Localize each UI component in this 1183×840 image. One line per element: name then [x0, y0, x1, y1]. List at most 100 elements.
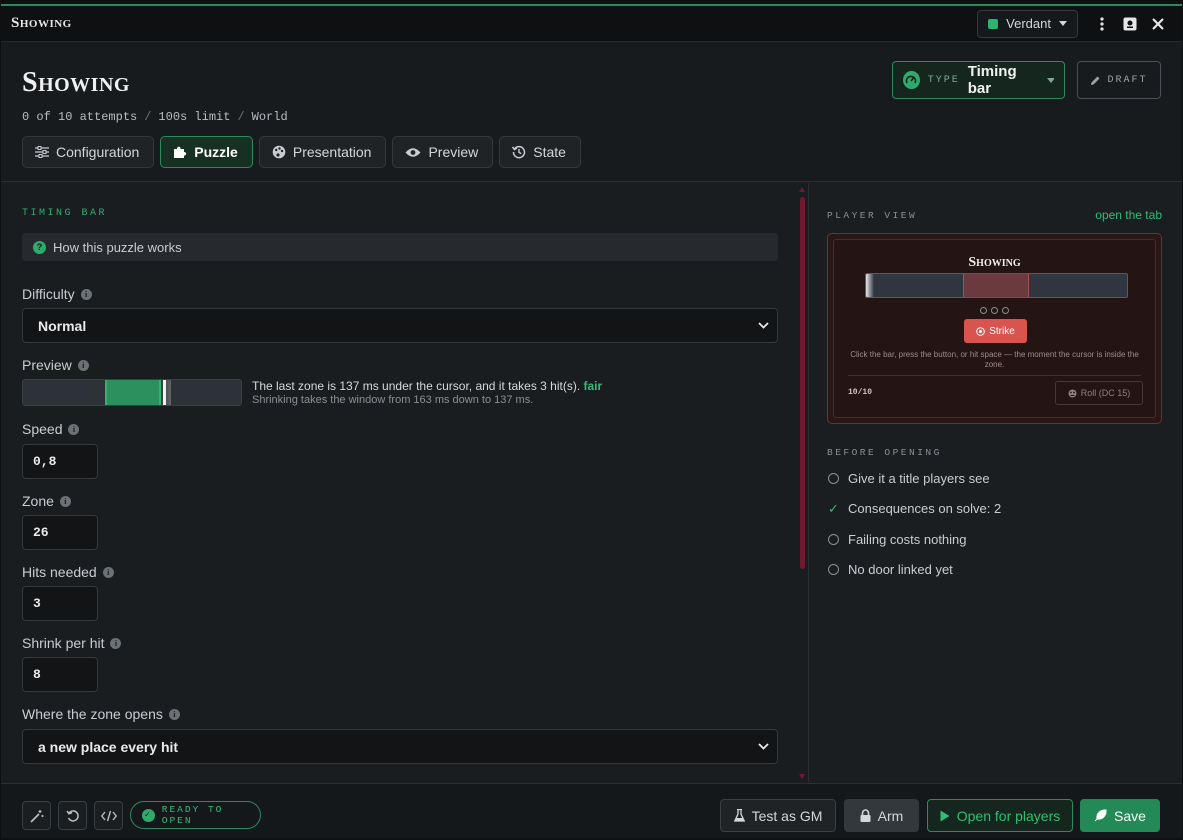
info-icon[interactable]: i: [68, 423, 80, 435]
page-title: Showing: [22, 67, 130, 98]
speed-input[interactable]: 0,8: [22, 444, 98, 479]
hits-needed-input[interactable]: 3: [22, 586, 98, 621]
caret-down-icon: [1046, 77, 1055, 83]
label-text: Difficulty: [22, 286, 75, 302]
label-text: Where the zone opens: [22, 706, 163, 722]
more-options-icon[interactable]: [1088, 10, 1116, 38]
how-it-works-label: How this puzzle works: [53, 239, 182, 255]
shrink-per-hit-input[interactable]: 8: [22, 657, 98, 692]
hit-dot: [991, 307, 998, 314]
checklist-item: ✓ Consequences on solve: 2: [828, 501, 1001, 516]
info-icon[interactable]: i: [80, 288, 92, 300]
info-icon[interactable]: i: [59, 495, 71, 507]
status-badge: ✓ READY TO OPEN: [130, 801, 261, 829]
cursor-marker: [866, 274, 874, 297]
info-icon[interactable]: i: [110, 637, 122, 649]
zone-opens-select[interactable]: a new place every hit: [22, 729, 778, 764]
target-icon: [976, 326, 986, 336]
divider: [848, 375, 1141, 376]
checklist-item: Failing costs nothing: [828, 532, 967, 547]
tab-label: Preview: [428, 144, 479, 160]
check-circle-icon: ✓: [142, 808, 155, 822]
theme-selector[interactable]: Verdant: [977, 9, 1078, 38]
undo-icon[interactable]: [58, 801, 87, 830]
scroll-up-arrow[interactable]: [799, 187, 805, 192]
chevron-down-icon: [758, 743, 769, 750]
difficulty-select[interactable]: Normal: [22, 308, 778, 343]
info-icon[interactable]: i: [168, 708, 180, 720]
checklist-text: Consequences on solve: 2: [848, 501, 1002, 516]
label-text: Preview: [22, 357, 72, 373]
info-icon[interactable]: i: [102, 566, 114, 578]
editor-tabs: Configuration Puzzle Presentation Previe…: [22, 136, 581, 168]
tab-label: Configuration: [56, 144, 140, 160]
selected-value: Normal: [38, 317, 87, 334]
player-view-label: PLAYER VIEW: [827, 210, 918, 221]
checklist-item: Give it a title players see: [828, 471, 990, 486]
tab-configuration[interactable]: Configuration: [22, 136, 155, 168]
help-icon: ?: [33, 240, 46, 254]
zone-input[interactable]: 26: [22, 515, 98, 550]
time-limit-text: 100s limit: [158, 110, 231, 124]
draft-button[interactable]: DRAFT: [1077, 61, 1161, 99]
shrink-per-hit-label: Shrink per hit i: [22, 635, 122, 651]
journal-icon[interactable]: [1116, 10, 1144, 38]
arm-button[interactable]: Arm: [844, 799, 919, 832]
chevron-down-icon: [758, 322, 769, 329]
button-label: Save: [1114, 807, 1146, 824]
info-icon[interactable]: i: [77, 359, 89, 371]
status-label: READY TO OPEN: [161, 804, 224, 826]
strike-button[interactable]: Strike: [964, 319, 1027, 343]
circle-icon: [828, 564, 839, 575]
feather-icon: [1094, 809, 1107, 822]
hits-needed-label: Hits needed i: [22, 564, 114, 580]
label-text: Zone: [22, 493, 54, 509]
test-as-gm-button[interactable]: Test as GM: [720, 799, 836, 832]
open-for-players-button[interactable]: Open for players: [927, 799, 1073, 832]
checklist-text: Give it a title players see: [848, 471, 990, 486]
scope-text: World: [251, 110, 288, 124]
type-value: Timing bar: [967, 63, 1017, 97]
close-icon[interactable]: [1144, 10, 1172, 38]
dice-icon: [1068, 389, 1077, 397]
puzzle-type-selector[interactable]: TYPE Timing bar: [892, 61, 1065, 99]
label-text: Hits needed: [22, 564, 97, 580]
tab-presentation[interactable]: Presentation: [258, 136, 387, 168]
tab-label: State: [533, 144, 566, 160]
scrollbar[interactable]: [799, 187, 806, 779]
puzzle-editor-window: Showing Verdant Showing 0 of 10 attempts…: [1, 4, 1182, 838]
puzzle-icon: [174, 146, 187, 158]
draft-label: DRAFT: [1107, 74, 1148, 86]
scrollbar-thumb[interactable]: [800, 197, 805, 569]
theme-label: Verdant: [1006, 16, 1051, 31]
tab-puzzle[interactable]: Puzzle: [160, 136, 253, 168]
pencil-icon: [1091, 76, 1100, 85]
meta-separator: /: [237, 110, 245, 124]
save-button[interactable]: Save: [1080, 799, 1160, 832]
button-label: Open for players: [956, 807, 1061, 824]
how-it-works-toggle[interactable]: ? How this puzzle works: [22, 233, 778, 261]
scroll-down-arrow[interactable]: [799, 774, 805, 779]
player-view-card: Showing Strike Click the bar, press the …: [827, 233, 1162, 424]
tab-label: Puzzle: [194, 144, 238, 160]
circle-icon: [828, 473, 839, 484]
player-hint: Click the bar, press the button, or hit …: [850, 350, 1139, 369]
card-title: Showing: [968, 255, 1021, 270]
history-icon: [512, 145, 526, 159]
speed-label: Speed i: [22, 421, 80, 437]
code-icon[interactable]: [94, 801, 123, 830]
roll-button[interactable]: Roll (DC 15): [1055, 381, 1143, 405]
theme-swatch: [988, 18, 999, 29]
before-opening-label: BEFORE OPENING: [827, 447, 942, 458]
magic-wand-icon[interactable]: [22, 801, 51, 830]
label-text: Shrink per hit: [22, 635, 105, 651]
hit-indicators: [834, 307, 1155, 314]
footer-bar: ✓ READY TO OPEN Test as GM Arm Open for …: [1, 783, 1182, 838]
tab-preview[interactable]: Preview: [392, 136, 494, 168]
open-tab-link[interactable]: open the tab: [1095, 208, 1162, 222]
checklist-text: No door linked yet: [848, 562, 953, 577]
tab-state[interactable]: State: [499, 136, 581, 168]
player-timing-bar[interactable]: [865, 273, 1128, 298]
selected-value: a new place every hit: [38, 738, 179, 755]
checklist-item: No door linked yet: [828, 562, 953, 577]
